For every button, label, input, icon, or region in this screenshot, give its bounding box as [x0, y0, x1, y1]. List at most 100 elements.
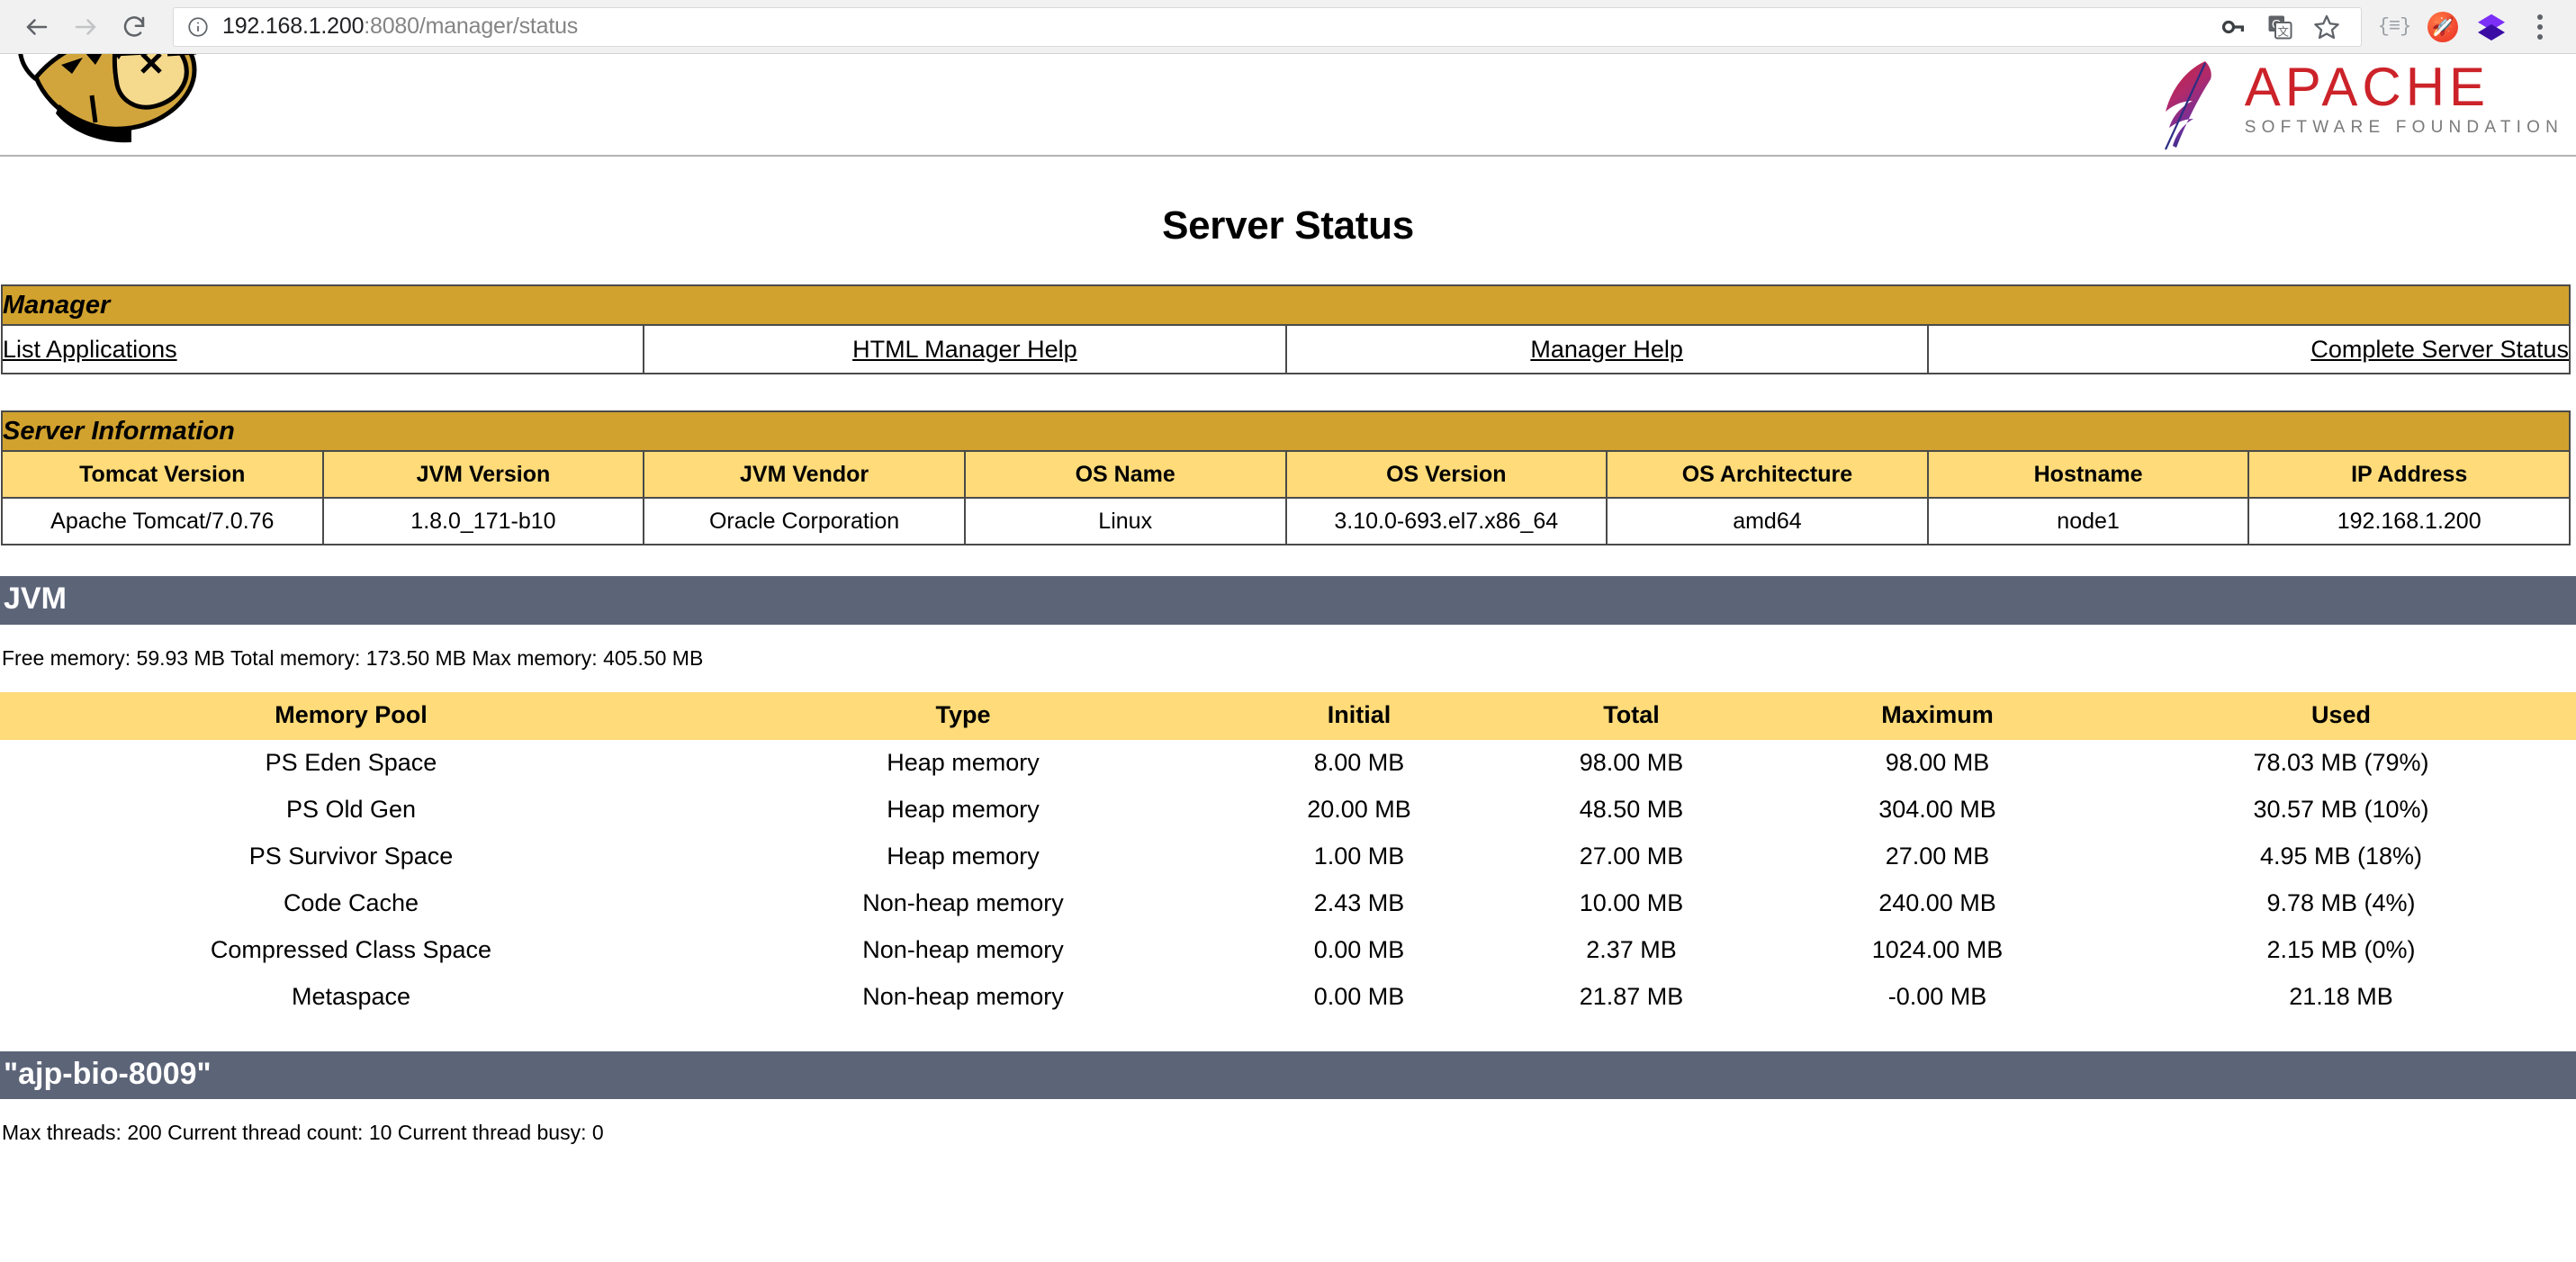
- three-dot-menu-icon[interactable]: [2517, 4, 2563, 50]
- table-row: PS Survivor Space Heap memory 1.00 MB 27…: [0, 834, 2576, 880]
- col-hostname: Hostname: [1926, 450, 2250, 499]
- rocket-badge: 🚀: [2427, 11, 2458, 42]
- back-arrow-icon[interactable]: [13, 3, 61, 51]
- list-applications-link[interactable]: List Applications: [3, 336, 177, 363]
- val-hostname: node1: [1926, 497, 2250, 545]
- translate-icon[interactable]: G 文: [2258, 7, 2301, 47]
- code-braces-icon[interactable]: {≡}: [2371, 4, 2418, 50]
- cell-pool-maximum: 1024.00 MB: [1871, 936, 2004, 964]
- cell-pool-initial: 2.43 MB: [1313, 889, 1405, 917]
- manager-link-cell[interactable]: List Applications: [0, 324, 645, 374]
- manager-links-row: List Applications HTML Manager Help Mana…: [0, 324, 2571, 374]
- val-jvm-version: 1.8.0_171-b10: [321, 497, 645, 545]
- manager-section-row: Manager: [1, 284, 2571, 326]
- cell-pool-name: PS Survivor Space: [248, 843, 454, 870]
- cell-pool-name: Metaspace: [291, 983, 411, 1011]
- three-dot-menu-glyph: [2537, 14, 2543, 40]
- omnibox-actions: G 文: [2211, 7, 2348, 47]
- browser-toolbar: 192.168.1.200:8080/manager/status G 文: [0, 0, 2576, 54]
- page-title: Server Status: [1162, 203, 1414, 248]
- star-bookmark-icon[interactable]: [2305, 7, 2348, 47]
- val-tomcat-version: Apache Tomcat/7.0.76: [1, 497, 324, 545]
- apache-feather-icon: [2164, 61, 2211, 150]
- cell-pool-maximum: -0.00 MB: [1887, 983, 1987, 1011]
- col-os-architecture: OS Architecture: [1606, 450, 1929, 499]
- cell-pool-maximum: 27.00 MB: [1885, 843, 1990, 870]
- url-path: :8080/manager/status: [364, 14, 579, 39]
- cell-pool-used: 30.57 MB (10%): [2253, 796, 2429, 824]
- cell-pool-total: 27.00 MB: [1579, 843, 1684, 870]
- cell-pool-type: Non-heap memory: [862, 889, 1064, 917]
- cell-pool-name: Code Cache: [283, 889, 419, 917]
- table-row: Metaspace Non-heap memory 0.00 MB 21.87 …: [0, 974, 2576, 1021]
- manager-link-cell[interactable]: Complete Server Status: [1926, 324, 2571, 374]
- tomcat-cat-logo: [18, 54, 197, 143]
- tomcat-status-page: APACHE SOFTWARE FOUNDATION Server Status…: [0, 54, 2576, 1146]
- manager-link-cell[interactable]: Manager Help: [1284, 324, 1929, 374]
- apache-wordmark: APACHE: [2244, 57, 2490, 117]
- col-memory-pool: Memory Pool: [0, 691, 702, 740]
- code-braces-glyph: {≡}: [2377, 15, 2412, 38]
- rocket-blocker-icon[interactable]: 🚀: [2419, 4, 2466, 50]
- cell-pool-used: 2.15 MB (0%): [2266, 936, 2416, 964]
- connector-section-banner: "ajp-bio-8009": [0, 1050, 2576, 1100]
- complete-server-status-link[interactable]: Complete Server Status: [2310, 336, 2569, 363]
- cell-pool-total: 98.00 MB: [1579, 749, 1684, 777]
- server-information-header: Server Information: [1, 410, 2571, 452]
- cell-pool-initial: 0.00 MB: [1313, 936, 1405, 964]
- cell-pool-name: PS Old Gen: [285, 796, 417, 824]
- col-used: Used: [2106, 691, 2576, 740]
- forward-arrow-icon[interactable]: [61, 3, 110, 51]
- key-icon[interactable]: [2211, 7, 2255, 47]
- cell-pool-type: Heap memory: [887, 796, 1040, 824]
- manager-section-header: Manager: [1, 284, 2571, 326]
- col-total: Total: [1494, 691, 1769, 740]
- val-os-architecture: amd64: [1606, 497, 1929, 545]
- val-os-version: 3.10.0-693.el7.x86_64: [1284, 497, 1608, 545]
- col-type: Type: [702, 691, 1224, 740]
- cell-pool-maximum: 304.00 MB: [1878, 796, 1996, 824]
- cell-pool-total: 21.87 MB: [1579, 983, 1684, 1011]
- cell-pool-type: Heap memory: [887, 749, 1040, 777]
- cell-pool-maximum: 98.00 MB: [1885, 749, 1990, 777]
- html-manager-help-link[interactable]: HTML Manager Help: [852, 336, 1077, 363]
- col-jvm-vendor: JVM Vendor: [643, 450, 966, 499]
- reload-icon[interactable]: [110, 3, 158, 51]
- cell-pool-total: 48.50 MB: [1579, 796, 1684, 824]
- table-row: PS Eden Space Heap memory 8.00 MB 98.00 …: [0, 740, 2576, 787]
- cell-pool-name: PS Eden Space: [265, 749, 437, 777]
- cell-pool-used: 4.95 MB (18%): [2259, 843, 2423, 870]
- cell-pool-total: 2.37 MB: [1586, 936, 1677, 964]
- connector-threads-summary: Max threads: 200 Current thread count: 1…: [2, 1121, 604, 1145]
- val-os-name: Linux: [963, 497, 1287, 545]
- memory-pool-table: Memory Pool Type Initial Total Maximum U…: [0, 691, 2576, 1021]
- server-info-section-row: Server Information: [1, 410, 2571, 452]
- col-maximum: Maximum: [1769, 691, 2106, 740]
- memory-pool-header-row: Memory Pool Type Initial Total Maximum U…: [0, 691, 2576, 740]
- address-bar[interactable]: 192.168.1.200:8080/manager/status G 文: [173, 6, 2362, 47]
- col-os-version: OS Version: [1284, 450, 1608, 499]
- cell-pool-type: Heap memory: [887, 843, 1040, 870]
- cell-pool-used: 9.78 MB (4%): [2266, 889, 2416, 917]
- svg-text:文: 文: [2277, 24, 2289, 38]
- extension-toolbar: {≡} 🚀: [2371, 4, 2563, 50]
- jvm-memory-summary: Free memory: 59.93 MB Total memory: 173.…: [2, 645, 704, 670]
- cell-pool-used: 78.03 MB (79%): [2253, 749, 2429, 777]
- table-row: Compressed Class Space Non-heap memory 0…: [0, 927, 2576, 974]
- info-circle-icon[interactable]: [186, 15, 210, 39]
- manager-link-cell[interactable]: HTML Manager Help: [643, 324, 1287, 374]
- cell-pool-initial: 0.00 MB: [1313, 983, 1405, 1011]
- cell-pool-total: 10.00 MB: [1579, 889, 1684, 917]
- masthead: APACHE SOFTWARE FOUNDATION: [0, 54, 2576, 157]
- cell-pool-type: Non-heap memory: [862, 983, 1064, 1011]
- cell-pool-type: Non-heap memory: [862, 936, 1064, 964]
- col-tomcat-version: Tomcat Version: [1, 450, 324, 499]
- server-information-table: Server Information Tomcat Version JVM Ve…: [1, 410, 2571, 545]
- val-jvm-vendor: Oracle Corporation: [643, 497, 966, 545]
- url-text[interactable]: 192.168.1.200:8080/manager/status: [222, 14, 2211, 40]
- layers-diamond-icon[interactable]: [2468, 4, 2515, 50]
- manager-help-link[interactable]: Manager Help: [1530, 336, 1683, 363]
- table-row: PS Old Gen Heap memory 20.00 MB 48.50 MB…: [0, 787, 2576, 834]
- connector-banner-label: "ajp-bio-8009": [4, 1056, 212, 1091]
- col-jvm-version: JVM Version: [321, 450, 645, 499]
